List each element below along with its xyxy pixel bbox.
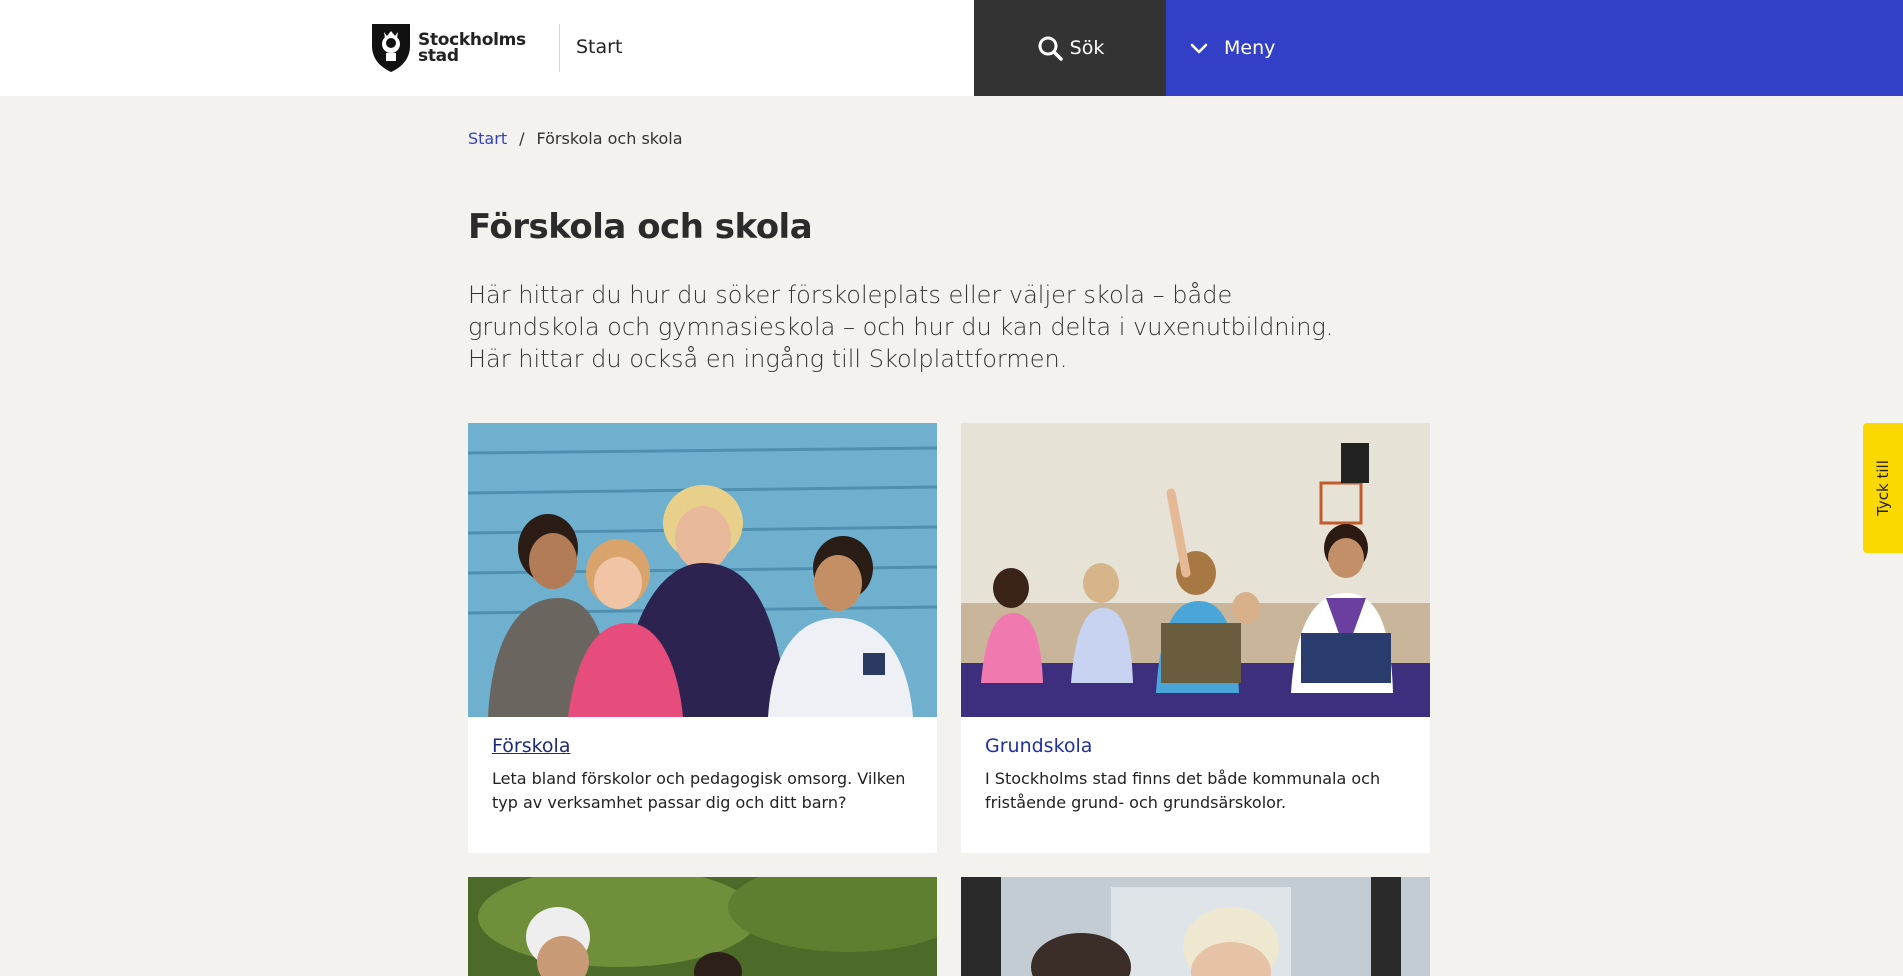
header-divider [559,24,560,72]
feedback-label: Tyck till [1874,460,1893,516]
card-title-forskola[interactable]: Förskola [492,735,570,757]
search-icon [1038,36,1063,61]
breadcrumb-separator: / [519,129,525,148]
feedback-button[interactable]: Tyck till [1863,423,1903,553]
card-forskola[interactable]: Förskola Leta bland förskolor och pedago… [468,423,937,853]
breadcrumb-current: Förskola och skola [536,129,683,148]
card-grundskola[interactable]: Grundskola I Stockholms stad finns det b… [961,423,1430,853]
card-image-fourth [961,877,1430,976]
menu-button[interactable]: Meny [1166,0,1903,96]
card-title-grundskola[interactable]: Grundskola [985,735,1092,757]
card-image-third [468,877,937,976]
card-third[interactable] [468,877,937,976]
coat-of-arms-icon [372,24,410,72]
chevron-down-icon [1190,43,1208,54]
breadcrumb-link-start[interactable]: Start [468,129,507,148]
card-description-grundskola: I Stockholms stad finns det både kommuna… [985,769,1381,812]
card-image-forskola [468,423,937,717]
card-fourth[interactable] [961,877,1430,976]
card-description-forskola: Leta bland förskolor och pedagogisk omso… [492,769,906,812]
search-button-label: Sök [1069,37,1105,59]
menu-button-label: Meny [1224,37,1276,59]
card-image-grundskola [961,423,1430,717]
site-header: Stockholms stad Start Sök Meny [0,0,1903,96]
search-button[interactable]: Sök [974,0,1166,96]
page-intro: Här hittar du hur du söker förskoleplats… [468,281,1334,373]
header-start-link[interactable]: Start [576,36,622,58]
breadcrumb: Start / Förskola och skola [468,129,683,148]
logo-wordmark: Stockholms stad [418,30,526,66]
stockholm-logo[interactable]: Stockholms stad [370,22,526,74]
page-title: Förskola och skola [468,207,813,247]
